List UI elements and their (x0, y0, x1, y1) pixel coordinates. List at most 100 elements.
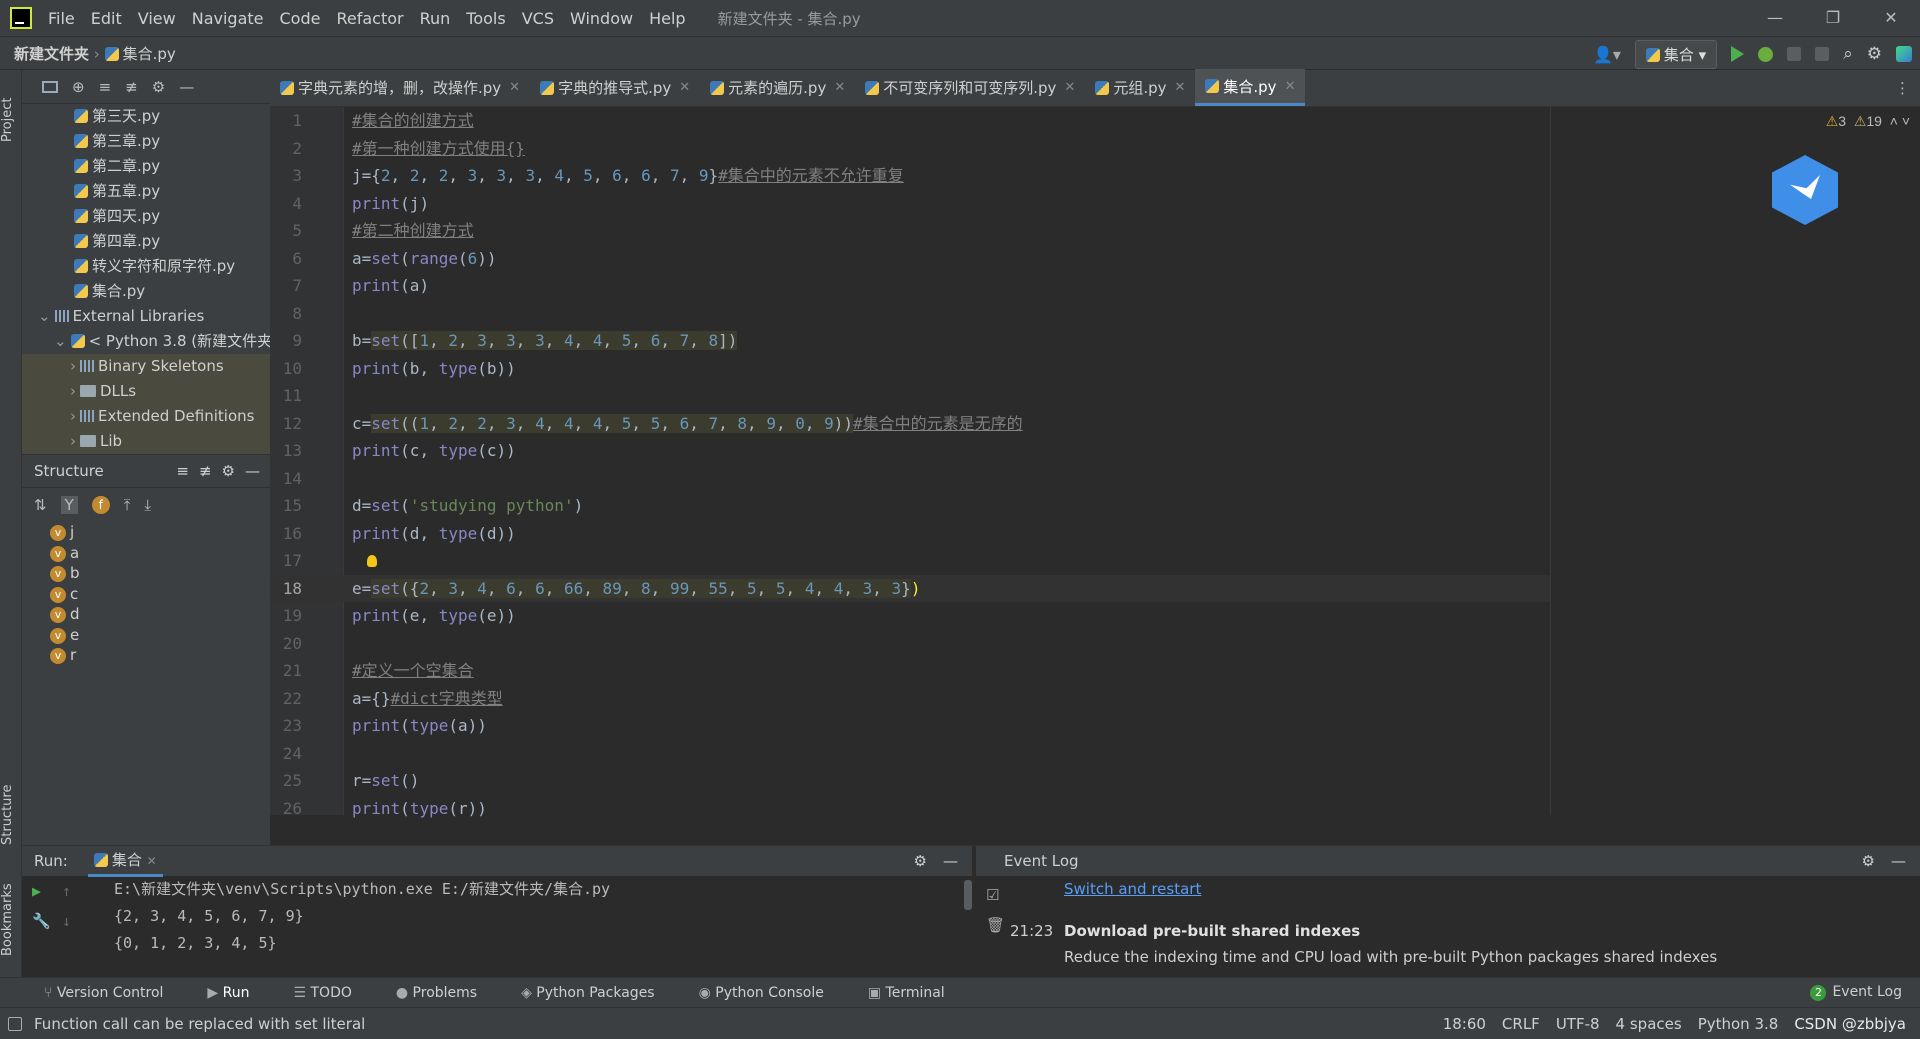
menu-window[interactable]: Window (562, 9, 641, 28)
structure-item[interactable]: vr (50, 645, 270, 666)
code-line[interactable]: 26 print(type(r)) (270, 795, 1550, 823)
structure-item[interactable]: vb (50, 563, 270, 584)
toolwindow-problems[interactable]: ● Problems (374, 985, 477, 1001)
trash-icon[interactable]: 🗑 (986, 916, 1005, 934)
collapse-all-icon[interactable]: ≢ (125, 78, 138, 96)
tree-item[interactable]: 第四天.py (22, 204, 270, 229)
code-line[interactable]: 25 r=set() (270, 767, 1550, 795)
restore-button[interactable]: ❐ (1804, 0, 1862, 36)
tree-item[interactable]: › Lib (22, 429, 270, 454)
menu-help[interactable]: Help (641, 9, 693, 28)
assistant-logo-icon[interactable] (1772, 155, 1838, 225)
toolwindow-python-console[interactable]: ◉ Python Console (677, 985, 824, 1001)
show-functions-icon[interactable]: f (91, 496, 110, 514)
project-side-tab[interactable]: Project (0, 80, 22, 160)
show-fields-icon[interactable]: Y (60, 496, 78, 514)
menu-edit[interactable]: Edit (83, 9, 130, 28)
autoscroll-to-source-icon[interactable]: ⤒ (124, 496, 131, 514)
close-tab-icon[interactable]: ✕ (1285, 79, 1296, 94)
hide-icon[interactable]: — (1891, 852, 1906, 870)
menu-view[interactable]: View (130, 9, 184, 28)
up-arrow-icon[interactable]: ↑ (62, 882, 71, 900)
chevron-icon[interactable]: ⌄ (54, 332, 67, 350)
run-icon[interactable] (1731, 46, 1745, 62)
locate-icon[interactable]: ⊕ (72, 78, 85, 96)
tree-item[interactable]: › Extended Definitions (22, 404, 270, 429)
mark-read-icon[interactable]: ☑ (986, 886, 999, 904)
expand-all-icon[interactable]: ≡ (176, 462, 189, 480)
code-line[interactable]: 13 print(c, type(c)) (270, 437, 1550, 465)
layout-icon[interactable] (8, 1016, 22, 1031)
structure-item[interactable]: vc (50, 584, 270, 605)
stop-icon[interactable] (1815, 47, 1830, 61)
editor-tab[interactable]: 不可变序列和可变序列.py ✕ (855, 69, 1085, 106)
toolbox-icon[interactable] (1896, 46, 1912, 62)
console-scrollbar[interactable] (964, 880, 972, 910)
menu-tools[interactable]: Tools (458, 9, 513, 28)
chevron-icon[interactable]: ⌄ (38, 307, 51, 325)
editor-tab[interactable]: 字典元素的增，删，改操作.py ✕ (270, 69, 530, 106)
tree-item[interactable]: 第五章.py (22, 179, 270, 204)
close-tab-icon[interactable]: ✕ (509, 80, 520, 95)
toolwindow-version-control[interactable]: ⑂ Version Control (22, 985, 163, 1001)
minimize-button[interactable]: — (1746, 0, 1804, 36)
code-editor[interactable]: 1 #集合的创建方式 2 #第一种创建方式使用{} 3 j={2, 2, 2, 3, 3,… (270, 107, 1920, 818)
expand-all-icon[interactable]: ≡ (99, 78, 112, 96)
run-config-selector[interactable]: 集合 ▾ (1634, 39, 1718, 69)
code-line[interactable]: 11 (270, 382, 1550, 410)
debug-icon[interactable] (1758, 46, 1774, 62)
close-icon[interactable]: ✕ (147, 854, 157, 868)
caret-position[interactable]: 18:60 (1443, 1015, 1486, 1033)
editor-tab[interactable]: 集合.py ✕ (1195, 69, 1306, 106)
code-line[interactable]: 8 (270, 300, 1550, 328)
run-console-output[interactable]: ▶ 🔧 ↑ ↓ E:\新建文件夹\venv\Scripts\python.exe… (22, 876, 972, 978)
menu-vcs[interactable]: VCS (514, 9, 562, 28)
menu-file[interactable]: File (40, 9, 83, 28)
toolwindow-todo[interactable]: ☰ TODO (271, 985, 351, 1001)
close-tab-icon[interactable]: ✕ (1174, 80, 1185, 95)
tree-item[interactable]: 第二章.py (22, 154, 270, 179)
chevron-icon[interactable]: › (70, 357, 76, 375)
tree-item[interactable]: 第三章.py (22, 129, 270, 154)
structure-item[interactable]: vd (50, 604, 270, 625)
toolwindow-run[interactable]: ▶ Run (185, 985, 249, 1001)
gear-icon[interactable]: ⚙ (222, 462, 235, 480)
code-line[interactable]: 7 print(a) (270, 272, 1550, 300)
structure-item[interactable]: va (50, 543, 270, 564)
sort-alpha-icon[interactable]: ⇅ (34, 496, 47, 514)
code-line[interactable]: 23 print(type(a)) (270, 712, 1550, 740)
code-line[interactable]: 4 print(j) (270, 190, 1550, 218)
tree-item[interactable]: › Binary Skeletons (22, 354, 270, 379)
code-line[interactable]: 3 j={2, 2, 2, 3, 3, 3, 4, 5, 6, 6, 7, 9}#… (270, 162, 1550, 190)
code-line[interactable]: 5 #第二种创建方式 (270, 217, 1550, 245)
panel-view-icon[interactable] (42, 80, 58, 93)
lightbulb-icon[interactable] (367, 555, 377, 567)
more-tabs-icon[interactable]: ⋮ (1895, 79, 1910, 97)
run-tab[interactable]: 集合 ✕ (87, 845, 163, 877)
file-encoding[interactable]: UTF-8 (1556, 1015, 1600, 1033)
toolwindow-python-packages[interactable]: ◈ Python Packages (499, 985, 655, 1001)
line-separator[interactable]: CRLF (1502, 1015, 1540, 1033)
gear-icon[interactable]: ⚙ (1862, 852, 1875, 870)
breadcrumb-file[interactable]: 集合.py (123, 45, 176, 63)
code-line[interactable]: 19 print(e, type(e)) (270, 602, 1550, 630)
gear-icon[interactable]: ⚙ (914, 852, 927, 870)
rerun-icon[interactable]: ▶ (32, 882, 41, 900)
breadcrumb-project[interactable]: 新建文件夹 (14, 45, 89, 63)
tree-item[interactable]: › DLLs (22, 379, 270, 404)
bookmarks-side-tab[interactable]: Bookmarks (0, 870, 22, 970)
menu-navigate[interactable]: Navigate (184, 9, 272, 28)
editor-tab[interactable]: 元组.py ✕ (1085, 69, 1195, 106)
down-arrow-icon[interactable]: ↓ (62, 912, 71, 930)
code-line[interactable]: 17 (270, 547, 1550, 575)
menu-run[interactable]: Run (412, 9, 459, 28)
menu-code[interactable]: Code (272, 9, 329, 28)
structure-item[interactable]: ve (50, 625, 270, 646)
user-icon[interactable]: 👤▾ (1593, 45, 1621, 64)
code-line[interactable]: 16 print(d, type(d)) (270, 520, 1550, 548)
code-line[interactable]: 10 print(b, type(b)) (270, 355, 1550, 383)
close-window-button[interactable]: ✕ (1862, 0, 1920, 36)
chevron-icon[interactable]: › (70, 382, 76, 400)
search-icon[interactable]: ⌕ (1843, 44, 1853, 64)
tree-item[interactable]: 第四章.py (22, 229, 270, 254)
